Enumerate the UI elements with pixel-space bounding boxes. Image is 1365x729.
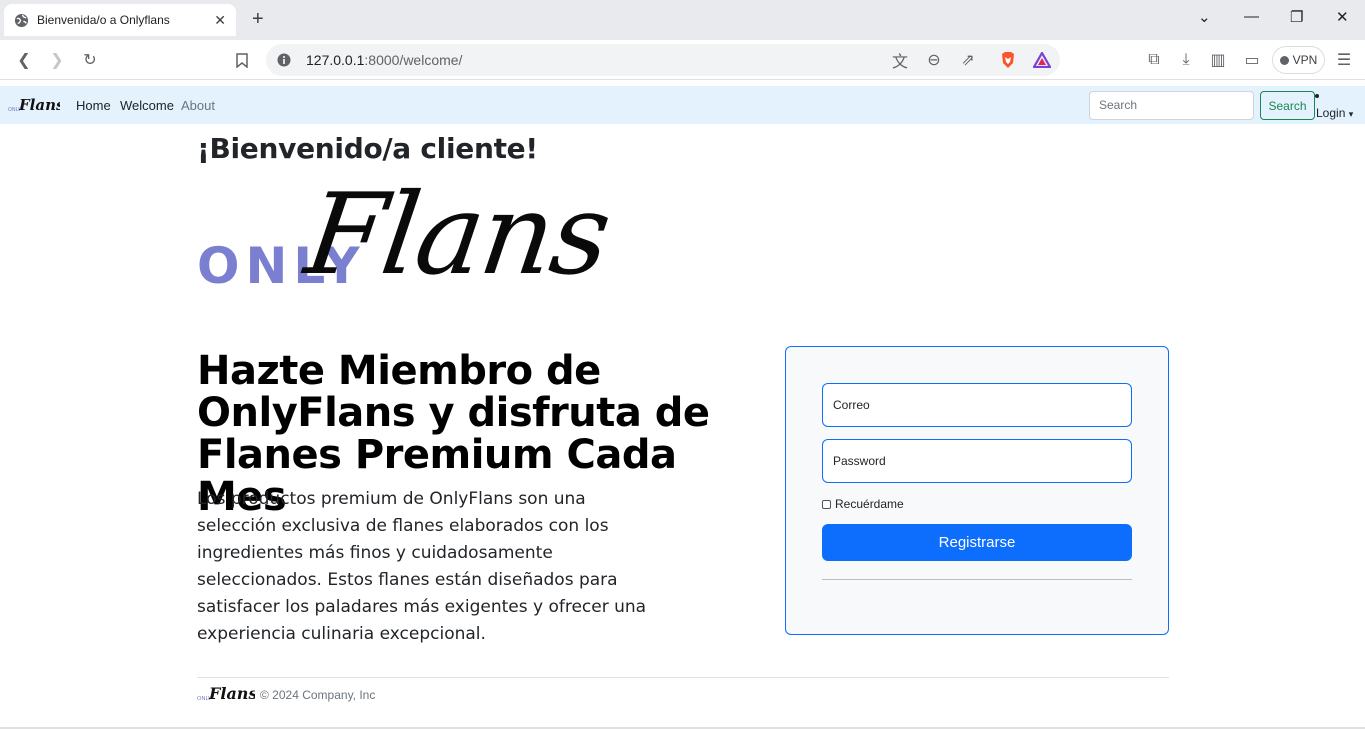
nav-link-about[interactable]: About [181,98,215,113]
navbar-logo[interactable]: ONLY Flans [8,95,65,120]
nav-link-home[interactable]: Home [76,98,111,113]
reload-icon[interactable]: ↻ [80,50,100,70]
register-button[interactable]: Registrarse [822,524,1132,561]
footer-logo[interactable]: ONLY Flans [197,684,257,709]
extensions-icon[interactable]: ⧉ [1144,50,1164,70]
tab-title: Bienvenida/o a Onlyflans [37,13,170,27]
translate-icon[interactable]: 文 [890,50,910,71]
login-dropdown[interactable]: Login ▾ [1316,106,1353,120]
caret-down-icon: ▾ [1348,109,1354,119]
browser-tab-bar: Bienvenida/o a Onlyflans ✕ + ⌄ — ❐ ✕ [0,0,1365,40]
minimize-icon[interactable]: — [1244,8,1259,25]
vpn-status-icon [1279,55,1289,65]
search-input[interactable]: Search [1089,91,1254,120]
brave-rewards-icon[interactable] [1032,50,1052,70]
welcome-heading: ¡Bienvenido/a cliente! [197,132,538,165]
back-icon[interactable]: ❮ [14,50,34,70]
restore-icon[interactable]: ❐ [1290,8,1303,26]
menu-icon[interactable]: ☰ [1334,50,1354,70]
brave-shields-icon[interactable] [998,50,1018,70]
nav-link-welcome[interactable]: Welcome [120,98,174,113]
bullet-icon [1315,94,1319,98]
checkbox-icon[interactable] [822,499,831,509]
svg-text:Flans: Flans [296,170,616,300]
vpn-label: VPN [1292,53,1318,67]
footer-divider [197,677,1169,678]
new-tab-icon[interactable]: + [252,8,264,31]
window-close-icon[interactable]: ✕ [1336,8,1349,26]
browser-toolbar: ❮ ❯ ↻ 127.0.0.1:8000/welcome/ 文 ⊖ ⇗ ⧉ ⤓ … [0,40,1365,80]
share-icon[interactable]: ⇗ [958,50,978,70]
copyright-text: © 2024 Company, Inc [260,688,376,702]
bookmark-icon[interactable] [232,50,252,70]
vpn-button[interactable]: VPN [1272,46,1325,74]
wallet-icon[interactable]: ▭ [1242,50,1262,70]
signup-form: Correo Password Recuérdame Registrarse [785,346,1169,635]
download-icon[interactable]: ⤓ [1176,50,1196,70]
forward-icon[interactable]: ❯ [47,50,67,70]
hero-logo: ONLY Flans [197,168,687,308]
address-bar[interactable]: 127.0.0.1:8000/welcome/ 文 ⊖ ⇗ [266,44,1060,76]
zoom-out-icon[interactable]: ⊖ [924,50,944,70]
search-button[interactable]: Search [1260,91,1315,120]
site-info-icon[interactable] [274,50,294,70]
login-label: Login [1316,106,1346,120]
svg-text:Flans: Flans [18,96,60,114]
divider [822,579,1132,580]
password-field[interactable]: Password [822,439,1132,483]
remember-me-label: Recuérdame [835,497,904,511]
lead-paragraph: Los productos premium de OnlyFlans son u… [197,489,647,644]
remember-me-checkbox[interactable]: Recuérdame [822,497,904,511]
browser-tab[interactable]: Bienvenida/o a Onlyflans ✕ [4,4,236,36]
tab-search-icon[interactable]: ⌄ [1198,8,1211,26]
site-navbar: ONLY Flans Home Welcome About Search Sea… [0,86,1365,124]
globe-icon [14,13,29,27]
url-text: 127.0.0.1:8000/welcome/ [306,52,463,68]
svg-text:Flans: Flans [208,684,255,703]
sidebar-icon[interactable]: ▥ [1208,50,1228,70]
close-icon[interactable]: ✕ [214,12,226,29]
email-field[interactable]: Correo [822,383,1132,427]
